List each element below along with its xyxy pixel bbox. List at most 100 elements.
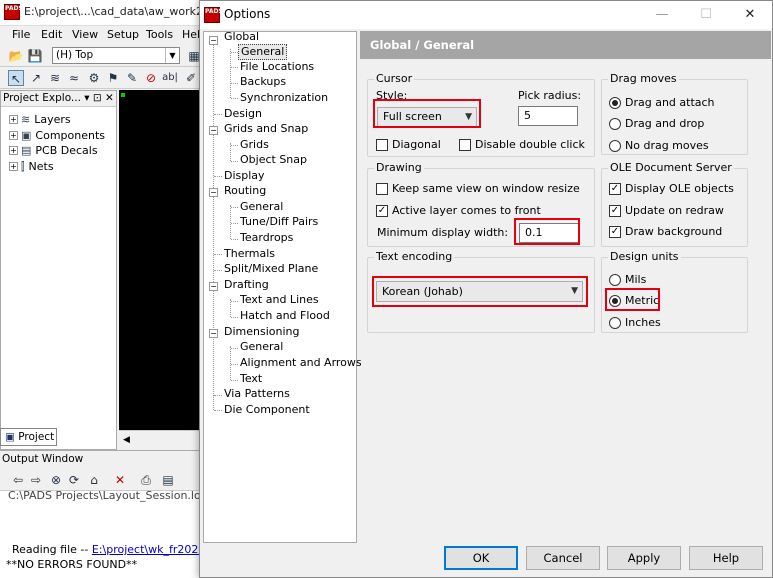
nav-dim-general[interactable]: General bbox=[238, 340, 285, 354]
save-icon[interactable]: 💾 bbox=[27, 48, 43, 64]
delete-icon[interactable]: ✕ bbox=[112, 472, 128, 488]
pcb-decals-icon: ▤ bbox=[21, 144, 32, 157]
inches-radio[interactable]: Inches bbox=[609, 316, 661, 329]
nav-display[interactable]: Display bbox=[222, 169, 267, 183]
tree-item-pcb-decals[interactable]: + ▤ PCB Decals bbox=[9, 144, 98, 157]
nav-routing-general[interactable]: General bbox=[238, 200, 285, 214]
close-icon[interactable]: ✕ bbox=[728, 1, 772, 29]
menu-view[interactable]: View bbox=[72, 28, 98, 41]
nav-die-component[interactable]: Die Component bbox=[222, 403, 312, 417]
pick-radius-input[interactable]: 5 bbox=[518, 106, 578, 126]
drag-moves-group: Drag moves Drag and attach Drag and drop… bbox=[601, 72, 748, 155]
mils-radio[interactable]: Mils bbox=[609, 273, 646, 286]
decal-tool-icon[interactable]: ⚑ bbox=[105, 70, 121, 86]
nav-tune-diff-pairs[interactable]: Tune/Diff Pairs bbox=[238, 215, 320, 229]
nav-routing[interactable]: Routing bbox=[222, 184, 268, 198]
nav-file-locations[interactable]: File Locations bbox=[238, 60, 316, 74]
minimize-icon[interactable]: — bbox=[640, 1, 684, 29]
open-icon[interactable]: 📂 bbox=[8, 48, 24, 64]
drc-tool-icon[interactable]: ✎ bbox=[124, 70, 140, 86]
text-tool-icon[interactable]: ab| bbox=[162, 70, 178, 86]
ok-button[interactable]: OK bbox=[444, 546, 518, 570]
stop-icon[interactable]: ⊗ bbox=[48, 472, 64, 488]
menu-tools[interactable]: Tools bbox=[146, 28, 173, 41]
design-canvas[interactable] bbox=[119, 90, 203, 430]
ole-document-server-group: OLE Document Server ✓ Display OLE objects… bbox=[601, 161, 748, 247]
collapse-routing-icon[interactable]: − bbox=[209, 188, 218, 197]
nav-text-and-lines[interactable]: Text and Lines bbox=[238, 293, 321, 307]
nav-grids[interactable]: Grids bbox=[238, 138, 271, 152]
tree-item-layers[interactable]: + ≋ Layers bbox=[9, 113, 71, 126]
output-window-toolbar: ⇦ ⇨ ⊗ ⟳ ⌂ ✕ ⎙ ▤ bbox=[0, 469, 210, 491]
draw-background-checkbox[interactable]: ✓ Draw background bbox=[609, 225, 722, 238]
menu-file[interactable]: File bbox=[12, 28, 30, 41]
nav-alignment-and-arrows[interactable]: Alignment and Arrows bbox=[238, 356, 364, 370]
project-explorer-header: Project Explo... ▾ ⊡ ✕ bbox=[1, 91, 116, 107]
text-encoding-dropdown[interactable]: Korean (Johab) ▼ bbox=[376, 281, 583, 302]
collapse-global-icon[interactable]: − bbox=[209, 36, 218, 45]
selection-toolbar: ↖ ↗ ≋ ≈ ⚙ ⚑ ✎ ⊘ ab| ✐ bbox=[0, 67, 210, 89]
canvas-origin-marker bbox=[121, 93, 125, 97]
nav-hatch-and-flood[interactable]: Hatch and Flood bbox=[238, 309, 332, 323]
display-ole-objects-checkbox[interactable]: ✓ Display OLE objects bbox=[609, 182, 734, 195]
layer-combo[interactable]: (H) Top ▼ bbox=[52, 47, 180, 64]
nav-split-mixed-plane[interactable]: Split/Mixed Plane bbox=[222, 262, 320, 276]
update-on-redraw-checkbox[interactable]: ✓ Update on redraw bbox=[609, 204, 724, 217]
collapse-dimensioning-icon[interactable]: − bbox=[209, 329, 218, 338]
help-button[interactable]: Help bbox=[689, 546, 763, 570]
forward-icon[interactable]: ⇨ bbox=[28, 472, 44, 488]
min-display-width-input[interactable]: 0.1 bbox=[519, 223, 579, 243]
nav-design[interactable]: Design bbox=[222, 107, 264, 121]
nav-dim-text[interactable]: Text bbox=[238, 372, 264, 386]
keep-same-view-checkbox[interactable]: Keep same view on window resize bbox=[376, 182, 580, 195]
nav-drafting[interactable]: Drafting bbox=[222, 278, 271, 292]
print-icon[interactable]: ⎙ bbox=[138, 472, 154, 488]
chevron-down-icon: ▼ bbox=[465, 112, 472, 122]
nav-synchronization[interactable]: Synchronization bbox=[238, 91, 330, 105]
canvas-horizontal-scrollbar[interactable]: ◀ bbox=[119, 430, 203, 446]
nav-global-general[interactable]: General bbox=[238, 44, 288, 60]
back-icon[interactable]: ⇦ bbox=[10, 472, 26, 488]
nav-backups[interactable]: Backups bbox=[238, 75, 288, 89]
collapse-grids-icon[interactable]: − bbox=[209, 126, 218, 135]
chevron-down-icon: ▼ bbox=[571, 286, 578, 296]
nav-thermals[interactable]: Thermals bbox=[222, 247, 277, 261]
tree-item-nets[interactable]: + ⫿ Nets bbox=[9, 160, 54, 174]
no-entry-icon[interactable]: ⊘ bbox=[143, 70, 159, 86]
no-drag-moves-radio[interactable]: No drag moves bbox=[609, 139, 709, 152]
home-icon[interactable]: ⌂ bbox=[86, 472, 102, 488]
drag-and-attach-radio[interactable]: Drag and attach bbox=[609, 96, 715, 109]
disable-double-click-checkbox[interactable]: Disable double click bbox=[459, 138, 585, 151]
component-tool-icon[interactable]: ⚙ bbox=[86, 70, 102, 86]
nav-via-patterns[interactable]: Via Patterns bbox=[222, 387, 292, 401]
diagonal-checkbox[interactable]: Diagonal bbox=[376, 138, 441, 151]
route-tool-icon[interactable]: ≈ bbox=[66, 70, 82, 86]
drag-and-drop-radio[interactable]: Drag and drop bbox=[609, 117, 704, 130]
collapse-drafting-icon[interactable]: − bbox=[209, 282, 218, 291]
nav-dimensioning[interactable]: Dimensioning bbox=[222, 325, 301, 339]
select-filter-icon[interactable]: ↗ bbox=[28, 70, 44, 86]
cancel-button[interactable]: Cancel bbox=[526, 546, 600, 570]
tree-item-components[interactable]: + ▣ Components bbox=[9, 129, 105, 142]
select-arrow-icon[interactable]: ↖ bbox=[8, 70, 24, 86]
metric-radio[interactable]: Metric bbox=[609, 294, 659, 307]
layers-tool-icon[interactable]: ≋ bbox=[47, 70, 63, 86]
menu-setup[interactable]: Setup bbox=[107, 28, 139, 41]
cursor-style-dropdown[interactable]: Full screen ▼ bbox=[377, 107, 477, 127]
nav-global[interactable]: Global bbox=[222, 30, 261, 44]
apply-button[interactable]: Apply bbox=[607, 546, 681, 570]
nav-object-snap[interactable]: Object Snap bbox=[238, 153, 309, 167]
active-layer-front-checkbox[interactable]: ✓ Active layer comes to front bbox=[376, 204, 541, 217]
menu-edit[interactable]: Edit bbox=[41, 28, 62, 41]
nav-grids-and-snap[interactable]: Grids and Snap bbox=[222, 122, 310, 136]
nav-teardrops[interactable]: Teardrops bbox=[238, 231, 295, 245]
draft-tool-icon[interactable]: ✐ bbox=[183, 70, 199, 86]
project-tab[interactable]: ▣ Project bbox=[0, 428, 57, 446]
macro-icon[interactable]: ▤ bbox=[160, 472, 176, 488]
refresh-icon[interactable]: ⟳ bbox=[66, 472, 82, 488]
options-category-tree: − Global General File Locations Backups … bbox=[203, 30, 362, 543]
output-line-reading: Reading file -- E:\project\wk_fr2020\em bbox=[12, 543, 227, 556]
ole-group-label: OLE Document Server bbox=[608, 161, 734, 174]
maximize-icon[interactable]: ☐ bbox=[684, 1, 728, 29]
panel-title: Global / General bbox=[360, 31, 771, 59]
